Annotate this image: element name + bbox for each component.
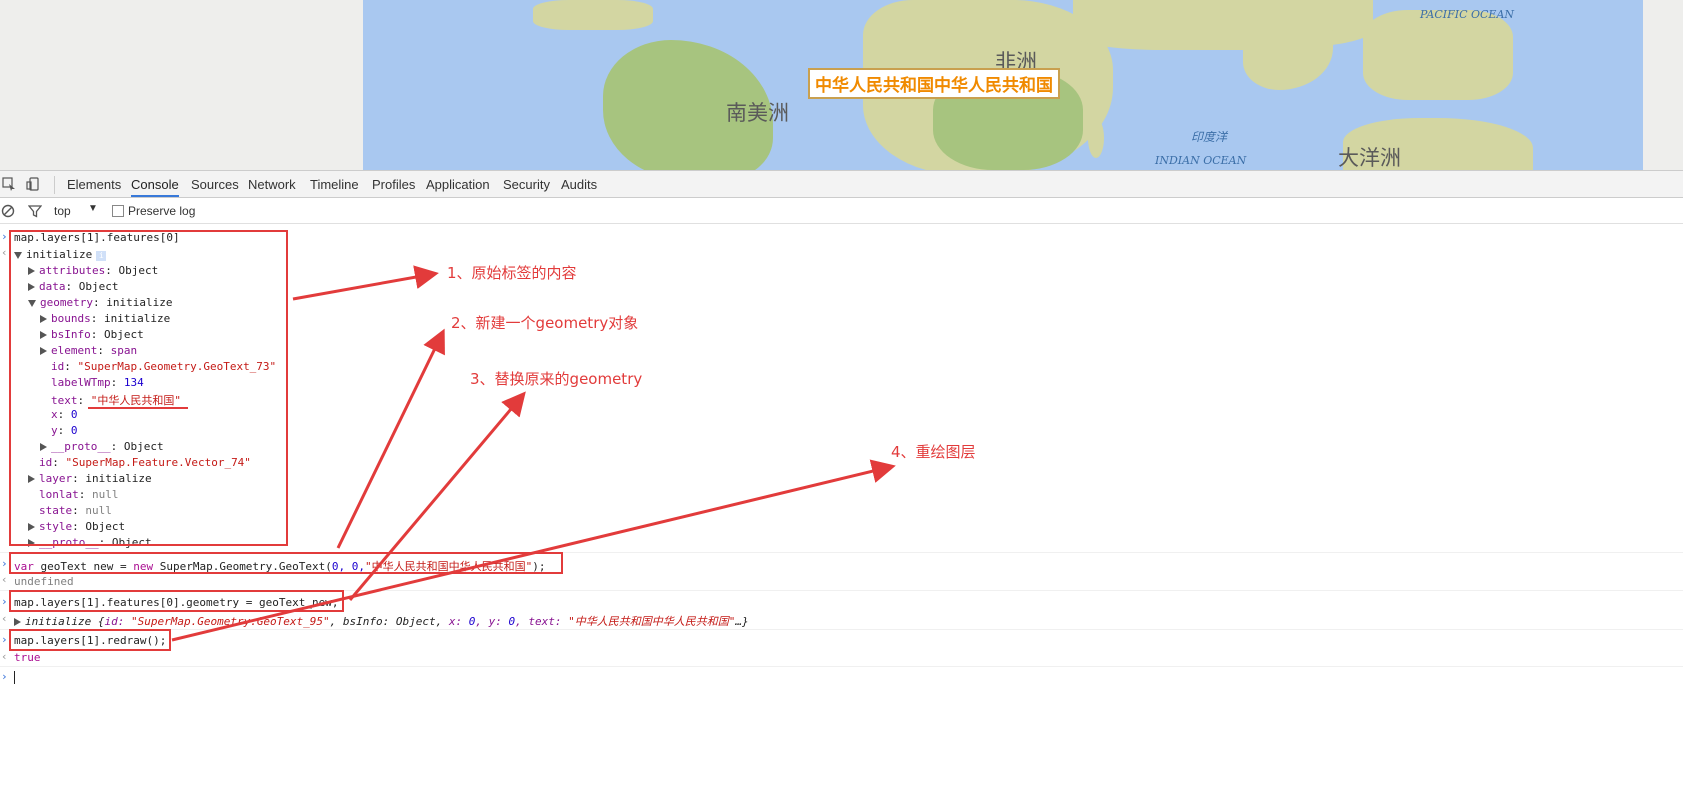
- arrow-1: [292, 265, 439, 301]
- arrow-3: [348, 391, 526, 601]
- arrow-2: [336, 328, 445, 549]
- annotation-arrows: [171, 265, 896, 642]
- arrow-4: [171, 459, 896, 642]
